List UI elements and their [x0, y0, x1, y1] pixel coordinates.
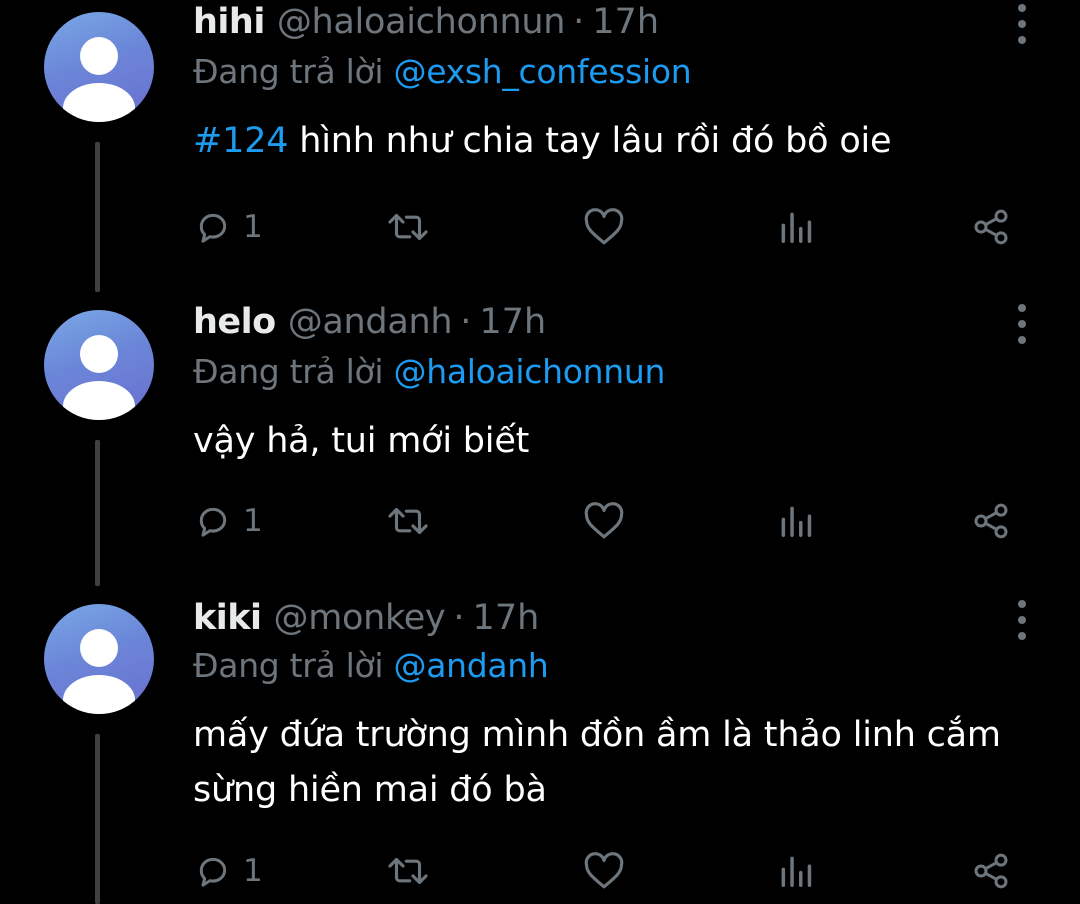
share-icon — [974, 853, 1008, 889]
retweet-icon — [388, 213, 428, 241]
thread-line — [95, 440, 100, 586]
retweet-button[interactable] — [385, 202, 431, 252]
thread-line — [95, 734, 100, 904]
tweet-text: mấy đứa trường mình đồn ầm là thảo linh … — [193, 715, 1001, 810]
analytics-icon — [781, 506, 812, 537]
share-button[interactable] — [971, 496, 1011, 546]
retweet-icon — [388, 507, 428, 535]
more-icon[interactable] — [1008, 4, 1036, 44]
action-bar: 1 — [193, 496, 1023, 546]
avatar[interactable] — [44, 604, 154, 714]
reply-icon — [199, 213, 227, 243]
analytics-button[interactable] — [777, 202, 815, 252]
reply-count: 1 — [243, 503, 263, 539]
reply-icon — [199, 507, 227, 537]
replying-label: Đang trả lời — [193, 52, 384, 91]
reply-button[interactable]: 1 — [193, 496, 263, 546]
user-handle[interactable]: @monkey — [274, 598, 446, 638]
tweet-text: #124 hình như chia tay lâu rồi đó bồ oie — [193, 114, 1043, 169]
replying-to: Đang trả lời @exsh_confession — [193, 52, 692, 91]
analytics-button[interactable] — [777, 496, 815, 546]
more-icon[interactable] — [1008, 600, 1036, 640]
like-button[interactable] — [583, 846, 625, 896]
like-button[interactable] — [583, 496, 625, 546]
reply-mention-link[interactable]: @haloaichonnun — [394, 352, 666, 391]
reply-button[interactable]: 1 — [193, 846, 263, 896]
retweet-icon — [388, 857, 428, 885]
tweet-header: kiki @monkey · 17h — [193, 598, 539, 646]
user-handle[interactable]: @haloaichonnun — [277, 2, 566, 42]
timestamp[interactable]: 17h — [473, 598, 540, 638]
timestamp[interactable]: 17h — [479, 302, 546, 342]
action-bar: 1 — [193, 202, 1023, 252]
share-button[interactable] — [971, 202, 1011, 252]
replying-label: Đang trả lời — [193, 352, 384, 391]
display-name[interactable]: helo — [193, 302, 276, 342]
like-icon — [584, 208, 624, 245]
separator-dot: · — [460, 302, 472, 342]
separator-dot: · — [453, 598, 465, 638]
reply-count: 1 — [243, 853, 263, 889]
analytics-icon — [781, 212, 812, 243]
separator-dot: · — [573, 2, 585, 42]
like-button[interactable] — [583, 202, 625, 252]
tweet-text-content: hình như chia tay lâu rồi đó bồ oie — [288, 121, 892, 161]
replying-to: Đang trả lời @haloaichonnun — [193, 352, 665, 391]
tweet[interactable]: helo @andanh · 17h Đang trả lời @haloaic… — [0, 298, 1080, 592]
tweet-header: helo @andanh · 17h — [193, 302, 546, 350]
more-icon[interactable] — [1008, 304, 1036, 344]
user-handle[interactable]: @andanh — [288, 302, 453, 342]
reply-icon — [199, 857, 227, 887]
like-icon — [584, 502, 624, 539]
tweet[interactable]: kiki @monkey · 17h Đang trả lời @andanh … — [0, 592, 1080, 904]
tweet[interactable]: hihi @haloaichonnun · 17h Đang trả lời @… — [0, 0, 1080, 300]
tweet-header: hihi @haloaichonnun · 17h — [193, 2, 659, 50]
reply-mention-link[interactable]: @andanh — [394, 646, 549, 685]
share-icon — [974, 209, 1008, 245]
reply-mention-link[interactable]: @exsh_confession — [394, 52, 692, 91]
reply-button[interactable]: 1 — [193, 202, 263, 252]
avatar[interactable] — [44, 310, 154, 420]
default-avatar-icon — [63, 335, 135, 420]
like-icon — [584, 852, 624, 889]
analytics-icon — [781, 856, 812, 887]
default-avatar-icon — [63, 629, 135, 714]
display-name[interactable]: kiki — [193, 598, 262, 638]
reply-count: 1 — [243, 209, 263, 245]
retweet-button[interactable] — [385, 496, 431, 546]
retweet-button[interactable] — [385, 846, 431, 896]
hashtag-link[interactable]: #124 — [193, 121, 289, 161]
action-bar: 1 — [193, 846, 1023, 896]
avatar[interactable] — [44, 12, 154, 122]
replying-to: Đang trả lời @andanh — [193, 646, 549, 685]
thread-line — [95, 142, 100, 292]
analytics-button[interactable] — [777, 846, 815, 896]
default-avatar-icon — [63, 37, 135, 122]
display-name[interactable]: hihi — [193, 2, 265, 42]
tweet-text: vậy hả, tui mới biết — [193, 421, 530, 461]
share-button[interactable] — [971, 846, 1011, 896]
replying-label: Đang trả lời — [193, 646, 384, 685]
share-icon — [974, 503, 1008, 539]
timestamp[interactable]: 17h — [592, 2, 659, 42]
